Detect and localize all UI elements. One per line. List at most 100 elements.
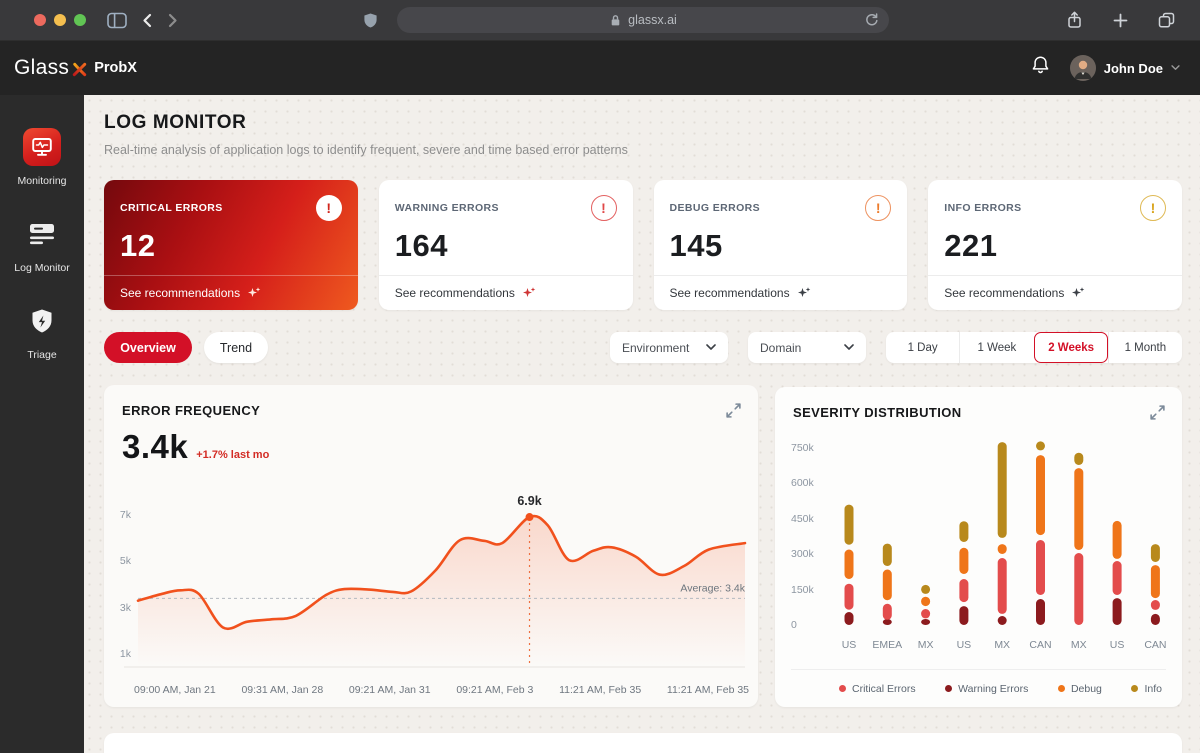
stat-title: DEBUG ERRORS xyxy=(669,202,761,214)
legend-dot-icon xyxy=(1057,685,1065,692)
window-controls xyxy=(34,14,86,26)
zoom-window-button[interactable] xyxy=(74,14,86,26)
stat-title: CRITICAL ERRORS xyxy=(120,202,223,214)
chevron-down-icon xyxy=(844,344,854,350)
new-tab-icon[interactable] xyxy=(1113,13,1128,28)
y-tick-label: 750k xyxy=(791,442,814,454)
y-tick-label: 5k xyxy=(119,555,131,568)
user-name: John Doe xyxy=(1103,60,1163,76)
environment-dropdown[interactable]: Environment xyxy=(610,332,728,363)
close-window-button[interactable] xyxy=(34,14,46,26)
stat-card-critical[interactable]: CRITICAL ERRORS ! 12 See recommendations xyxy=(104,180,358,310)
x-tick-label: 09:21 AM, Feb 3 xyxy=(456,684,534,696)
legend-item: Critical Errors xyxy=(839,683,916,695)
tab-overview-icon[interactable] xyxy=(1158,12,1175,28)
sidebar-item-log-monitor[interactable]: Log Monitor xyxy=(14,215,70,274)
recommendations-link[interactable]: See recommendations xyxy=(104,275,358,310)
reload-icon[interactable] xyxy=(864,12,879,32)
chart-title: SEVERITY DISTRIBUTION xyxy=(793,405,962,420)
chevron-down-icon xyxy=(706,344,716,350)
next-section-card xyxy=(104,733,1182,753)
recommendations-label: See recommendations xyxy=(120,286,241,300)
time-range-group: 1 Day 1 Week 2 Weeks 1 Month xyxy=(886,332,1182,363)
kpi-delta: +1.7% last mo xyxy=(196,449,270,461)
error-frequency-card: ERROR FREQUENCY 3.4k +1.7% last mo Avera… xyxy=(104,385,758,707)
alert-icon: ! xyxy=(590,195,617,221)
range-2-weeks[interactable]: 2 Weeks xyxy=(1033,332,1108,363)
legend-label: Info xyxy=(1144,682,1162,695)
alert-icon: ! xyxy=(315,195,342,221)
back-icon[interactable] xyxy=(141,13,153,28)
page-title: LOG MONITOR xyxy=(104,112,247,133)
alert-icon: ! xyxy=(1140,195,1166,221)
stat-card-info[interactable]: INFO ERRORS ! 221 See recommendations xyxy=(928,180,1182,310)
stat-value: 221 xyxy=(944,228,998,263)
recommendations-link[interactable]: See recommendations xyxy=(928,275,1182,310)
sparkles-icon xyxy=(797,287,810,297)
privacy-shield-icon[interactable] xyxy=(363,12,378,29)
chevron-down-icon xyxy=(1171,65,1180,70)
stat-card-debug[interactable]: DEBUG ERRORS ! 145 See recommendations xyxy=(653,180,908,310)
sparkles-icon xyxy=(522,287,536,297)
recommendations-label: See recommendations xyxy=(394,286,515,300)
sidebar-item-label: Log Monitor xyxy=(14,262,70,274)
svg-text:Average: 3.4k: Average: 3.4k xyxy=(680,582,745,594)
range-1-day[interactable]: 1 Day xyxy=(886,332,959,363)
stat-card-warning[interactable]: WARNING ERRORS ! 164 See recommendations xyxy=(378,180,633,310)
forward-icon[interactable] xyxy=(167,13,179,28)
main-content: LOG MONITOR Real-time analysis of applic… xyxy=(84,95,1200,753)
sidebar-item-triage[interactable]: Triage xyxy=(27,302,57,361)
x-tick-label: 09:00 AM, Jan 21 xyxy=(134,684,216,696)
notifications-bell-icon[interactable] xyxy=(1031,55,1050,81)
recommendations-link[interactable]: See recommendations xyxy=(653,275,908,310)
svg-text:6.9k: 6.9k xyxy=(517,494,541,508)
legend-dot-icon xyxy=(839,685,846,692)
severity-distribution-card: SEVERITY DISTRIBUTION US EMEA MX US MX CAN MX U… xyxy=(775,387,1182,707)
share-icon[interactable] xyxy=(1066,11,1083,29)
legend-label: Debug xyxy=(1070,682,1102,695)
range-1-month[interactable]: 1 Month xyxy=(1107,332,1182,363)
brand-text: Glass xyxy=(14,56,70,79)
address-bar[interactable]: glassx.ai xyxy=(397,7,889,33)
svg-text:US: US xyxy=(1110,639,1125,651)
legend-dot-icon xyxy=(945,685,953,692)
tab-trend[interactable]: Trend xyxy=(204,332,268,363)
stat-title: INFO ERRORS xyxy=(944,202,1022,214)
sidebar-item-monitoring[interactable]: Monitoring xyxy=(17,128,67,187)
expand-icon[interactable] xyxy=(725,402,742,419)
triage-shield-icon xyxy=(30,302,54,340)
svg-text:US: US xyxy=(957,639,972,651)
brand-suffix-text: ProbX xyxy=(94,60,137,76)
expand-icon[interactable] xyxy=(1149,404,1166,421)
legend-label: Critical Errors xyxy=(852,682,916,695)
recommendations-link[interactable]: See recommendations xyxy=(378,275,633,310)
sidebar-toggle-icon[interactable] xyxy=(107,12,127,29)
alert-icon: ! xyxy=(865,195,892,221)
svg-text:MX: MX xyxy=(918,639,934,651)
user-menu[interactable]: John Doe xyxy=(1069,55,1180,81)
severity-distribution-chart[interactable]: US EMEA MX US MX CAN MX US CAN xyxy=(775,387,1182,707)
url-text: glassx.ai xyxy=(628,13,677,27)
minimize-window-button[interactable] xyxy=(54,14,66,26)
chart-title: ERROR FREQUENCY xyxy=(122,403,261,418)
stat-value: 164 xyxy=(394,228,448,263)
range-1-week[interactable]: 1 Week xyxy=(959,332,1033,363)
brand-logo[interactable]: Glass ProbX xyxy=(14,56,137,80)
app-header: Glass ProbX John Doe xyxy=(0,40,1200,95)
stat-value: 145 xyxy=(669,228,723,263)
lock-icon xyxy=(611,14,620,25)
legend-label: Warning Errors xyxy=(958,682,1029,695)
page-subtitle: Real-time analysis of application logs t… xyxy=(104,143,628,157)
brand-x-icon xyxy=(72,62,87,77)
kpi-value: 3.4k xyxy=(122,428,189,465)
domain-dropdown[interactable]: Domain xyxy=(748,332,866,363)
y-tick-label: 0 xyxy=(791,619,797,631)
svg-text:CAN: CAN xyxy=(1144,639,1166,651)
svg-text:CAN: CAN xyxy=(1029,639,1051,651)
recommendations-label: See recommendations xyxy=(944,286,1065,300)
y-tick-label: 3k xyxy=(119,601,131,614)
y-tick-label: 300k xyxy=(791,548,814,561)
y-tick-label: 1k xyxy=(119,648,131,661)
tab-overview[interactable]: Overview xyxy=(104,332,192,363)
stat-title: WARNING ERRORS xyxy=(394,202,499,214)
